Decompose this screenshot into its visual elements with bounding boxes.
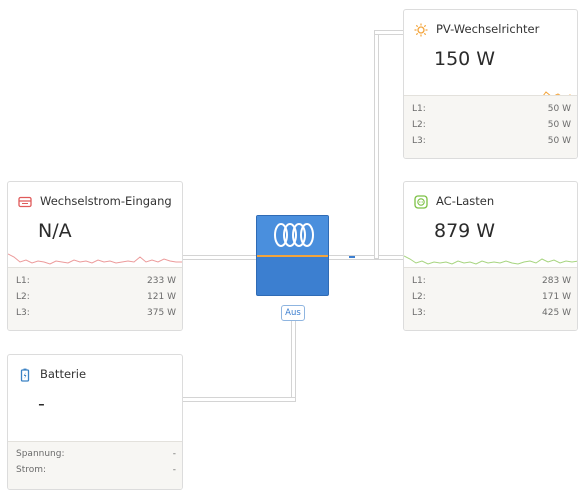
pv-l2-label: L2:: [412, 120, 426, 130]
grid-icon: [18, 194, 32, 208]
loads-l2-value: 171 W: [542, 292, 571, 302]
grid-l1-label: L1:: [16, 276, 30, 286]
pv-inverter-card[interactable]: PV-Wechselrichter 150 W L1: 50 W L2: 50 W …: [403, 9, 578, 159]
ac-loads-sparkline: [404, 255, 577, 265]
pv-l3-value: 50 W: [547, 136, 571, 146]
pv-inverter-power: 150 W: [434, 48, 496, 70]
ac-input-card[interactable]: Wechselstrom-Eingang N/A L1: 233 W L2: 121…: [7, 181, 183, 331]
battery-current-label: Strom:: [16, 465, 47, 475]
sun-icon: [414, 22, 428, 37]
battery-voltage-value: -: [172, 449, 176, 459]
inverter-mode-label: Aus: [285, 308, 301, 318]
ac-loads-card[interactable]: AC-Lasten 879 W L1: 283 W L2: 171 W L3: 425…: [403, 181, 578, 331]
pv-l2-value: 50 W: [547, 120, 571, 130]
loads-l3-value: 425 W: [542, 308, 571, 318]
flow-indicator: [349, 256, 355, 258]
pv-l3-label: L3:: [412, 136, 426, 146]
battery-title: Batterie: [40, 367, 87, 381]
battery-voltage-label: Spannung:: [16, 449, 65, 459]
pv-inverter-title: PV-Wechselrichter: [436, 22, 540, 36]
pv-l1-value: 50 W: [547, 104, 571, 114]
wire-inverter-to-ac: [326, 255, 406, 260]
wire-grid-to-inverter: [182, 255, 262, 260]
battery-details: Spannung: - Strom: -: [8, 441, 182, 489]
grid-l1-value: 233 W: [147, 276, 176, 286]
wire-to-pv-horizontal: [374, 30, 406, 35]
ac-input-title: Wechselstrom-Eingang: [40, 194, 172, 208]
grid-l3-value: 375 W: [147, 308, 176, 318]
wire-inverter-to-battery-horizontal: [182, 397, 296, 402]
ac-input-power: N/A: [38, 220, 72, 242]
pv-l1-label: L1:: [412, 104, 426, 114]
inverter-charger[interactable]: [256, 215, 329, 296]
loads-l2-label: L2:: [412, 292, 426, 302]
ac-loads-details: L1: 283 W L2: 171 W L3: 425 W: [404, 267, 577, 330]
battery-icon: [18, 367, 32, 382]
grid-l3-label: L3:: [16, 308, 30, 318]
wire-to-pv-vertical: [374, 30, 379, 259]
battery-card[interactable]: Batterie - Spannung: - Strom: -: [7, 354, 183, 490]
wire-inverter-to-battery-vertical: [291, 320, 296, 402]
inverter-orange-line: [257, 255, 328, 257]
inverter-mode-button[interactable]: Aus: [281, 305, 305, 321]
battery-current-value: -: [172, 465, 176, 475]
pv-inverter-details: L1: 50 W L2: 50 W L3: 50 W: [404, 95, 577, 158]
outlet-icon: [414, 194, 428, 209]
ac-input-details: L1: 233 W L2: 121 W L3: 375 W: [8, 267, 182, 330]
grid-l2-label: L2:: [16, 292, 30, 302]
loads-l1-value: 283 W: [542, 276, 571, 286]
battery-value: -: [38, 393, 45, 415]
loads-l1-label: L1:: [412, 276, 426, 286]
ac-input-sparkline: [8, 253, 182, 265]
loads-l3-label: L3:: [412, 308, 426, 318]
grid-l2-value: 121 W: [147, 292, 176, 302]
ac-loads-title: AC-Lasten: [436, 194, 495, 208]
ac-loads-power: 879 W: [434, 220, 496, 242]
victron-logo-icon: [272, 221, 316, 253]
